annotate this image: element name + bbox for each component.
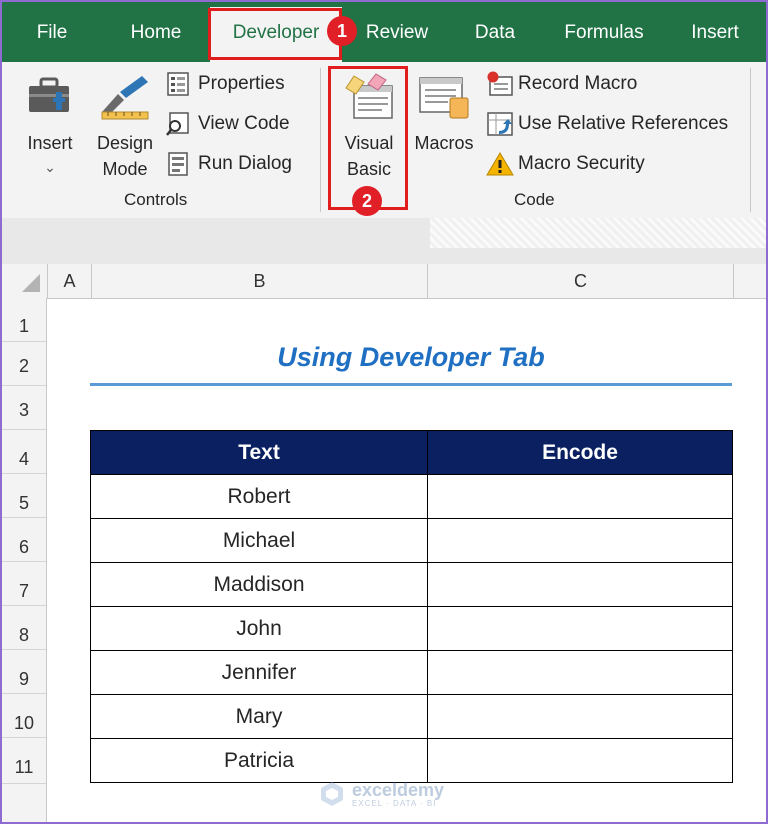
column-header-b[interactable]: B bbox=[92, 264, 428, 298]
insert-label: Insert bbox=[27, 133, 73, 153]
encode-cell[interactable] bbox=[427, 694, 733, 739]
tab-file[interactable]: File bbox=[16, 2, 88, 62]
data-table: Text Encode Robert Michael Maddison John bbox=[90, 430, 733, 783]
row-header[interactable]: 1 bbox=[2, 298, 46, 342]
design-mode-button[interactable]: Design Mode bbox=[90, 68, 160, 188]
insert-controls-button[interactable]: Insert ⌄ bbox=[20, 68, 80, 178]
run-dialog-icon bbox=[168, 152, 188, 176]
record-macro-icon bbox=[487, 71, 513, 96]
select-all-corner[interactable] bbox=[2, 264, 48, 298]
view-code-label: View Code bbox=[198, 113, 290, 134]
text-cell[interactable]: Michael bbox=[90, 518, 428, 563]
row-header[interactable]: 10 bbox=[2, 694, 46, 738]
tab-insert[interactable]: Insert bbox=[674, 2, 756, 62]
row-header[interactable]: 4 bbox=[2, 430, 46, 474]
design-mode-icon bbox=[101, 76, 149, 120]
view-code-icon bbox=[166, 112, 189, 136]
sheet-title: Using Developer Tab bbox=[277, 342, 545, 372]
column-header-text[interactable]: Text bbox=[90, 430, 428, 475]
group-separator bbox=[320, 68, 321, 212]
use-relative-references-label: Use Relative References bbox=[518, 113, 729, 134]
encode-cell[interactable] bbox=[427, 738, 733, 783]
text-cell[interactable]: Mary bbox=[90, 694, 428, 739]
code-group-label: Code bbox=[514, 190, 555, 209]
row-header[interactable]: 6 bbox=[2, 518, 46, 562]
ribbon-tab-bar: File Home Developer Review Data Formulas… bbox=[2, 2, 766, 62]
record-macro-label: Record Macro bbox=[518, 73, 638, 94]
exceldemy-logo-icon bbox=[321, 782, 343, 806]
relative-references-icon bbox=[487, 112, 513, 136]
column-header-bar: A B C bbox=[2, 264, 766, 299]
warning-icon bbox=[486, 152, 514, 176]
record-macro-button[interactable]: Record Macro bbox=[484, 70, 724, 98]
view-code-button[interactable]: View Code bbox=[164, 110, 314, 138]
text-cell[interactable]: Maddison bbox=[90, 562, 428, 607]
controls-group-label: Controls bbox=[124, 190, 188, 209]
chevron-down-icon: ⌄ bbox=[44, 159, 56, 175]
tab-formulas[interactable]: Formulas bbox=[550, 2, 658, 62]
text-cell[interactable]: John bbox=[90, 606, 428, 651]
encode-cell[interactable] bbox=[427, 474, 733, 519]
text-cell[interactable]: Jennifer bbox=[90, 650, 428, 695]
run-dialog-button[interactable]: Run Dialog bbox=[164, 150, 314, 178]
step-2-badge: 2 bbox=[352, 186, 382, 216]
watermark-name: exceldemy bbox=[352, 780, 445, 800]
tab-home[interactable]: Home bbox=[110, 2, 202, 62]
macro-security-button[interactable]: Macro Security bbox=[484, 150, 684, 178]
use-relative-references-button[interactable]: Use Relative References bbox=[484, 110, 734, 138]
table-header-row: Text Encode bbox=[90, 430, 733, 475]
toolbox-icon bbox=[29, 77, 69, 112]
macros-label: Macros bbox=[414, 133, 474, 153]
column-header-c[interactable]: C bbox=[428, 264, 734, 298]
table-row: Michael bbox=[90, 518, 733, 563]
column-header-a[interactable]: A bbox=[48, 264, 92, 298]
run-dialog-label: Run Dialog bbox=[198, 153, 292, 174]
watermark-tagline: EXCEL · DATA · BI bbox=[352, 799, 437, 808]
macros-button[interactable]: Macros bbox=[408, 68, 480, 178]
row-header[interactable]: 5 bbox=[2, 474, 46, 518]
table-row: Jennifer bbox=[90, 650, 733, 695]
title-underline bbox=[90, 383, 732, 386]
design-mode-line1: Design bbox=[96, 133, 154, 153]
properties-icon bbox=[167, 72, 189, 96]
select-all-triangle-icon bbox=[22, 274, 40, 292]
encode-cell[interactable] bbox=[427, 650, 733, 695]
column-header-encode[interactable]: Encode bbox=[427, 430, 733, 475]
tab-review[interactable]: Review bbox=[352, 2, 442, 62]
excel-window: File Home Developer Review Data Formulas… bbox=[0, 0, 768, 824]
macros-icon bbox=[419, 77, 469, 119]
table-row: John bbox=[90, 606, 733, 651]
row-header[interactable]: 8 bbox=[2, 606, 46, 650]
table-row: Patricia bbox=[90, 738, 733, 783]
row-header[interactable]: 9 bbox=[2, 650, 46, 694]
step-1-badge: 1 bbox=[327, 16, 357, 46]
text-cell[interactable]: Robert bbox=[90, 474, 428, 519]
encode-cell[interactable] bbox=[427, 562, 733, 607]
table-row: Maddison bbox=[90, 562, 733, 607]
row-header[interactable]: 3 bbox=[2, 386, 46, 430]
design-mode-line2: Mode bbox=[102, 159, 148, 179]
properties-label: Properties bbox=[198, 73, 285, 94]
formula-bar-input[interactable] bbox=[430, 218, 766, 248]
tab-data[interactable]: Data bbox=[460, 2, 530, 62]
table-row: Robert bbox=[90, 474, 733, 519]
group-separator bbox=[750, 68, 751, 212]
exceldemy-watermark: exceldemy EXCEL · DATA · BI bbox=[316, 778, 466, 810]
table-row: Mary bbox=[90, 694, 733, 739]
developer-tab-highlight bbox=[208, 8, 342, 60]
macro-security-label: Macro Security bbox=[518, 153, 645, 174]
encode-cell[interactable] bbox=[427, 518, 733, 563]
row-header-bar: 1 2 3 4 5 6 7 8 9 10 11 bbox=[2, 298, 47, 822]
properties-button[interactable]: Properties bbox=[164, 70, 314, 98]
text-cell[interactable]: Patricia bbox=[90, 738, 428, 783]
row-header[interactable]: 2 bbox=[2, 342, 46, 386]
row-header[interactable]: 7 bbox=[2, 562, 46, 606]
encode-cell[interactable] bbox=[427, 606, 733, 651]
row-header[interactable]: 11 bbox=[2, 738, 46, 784]
